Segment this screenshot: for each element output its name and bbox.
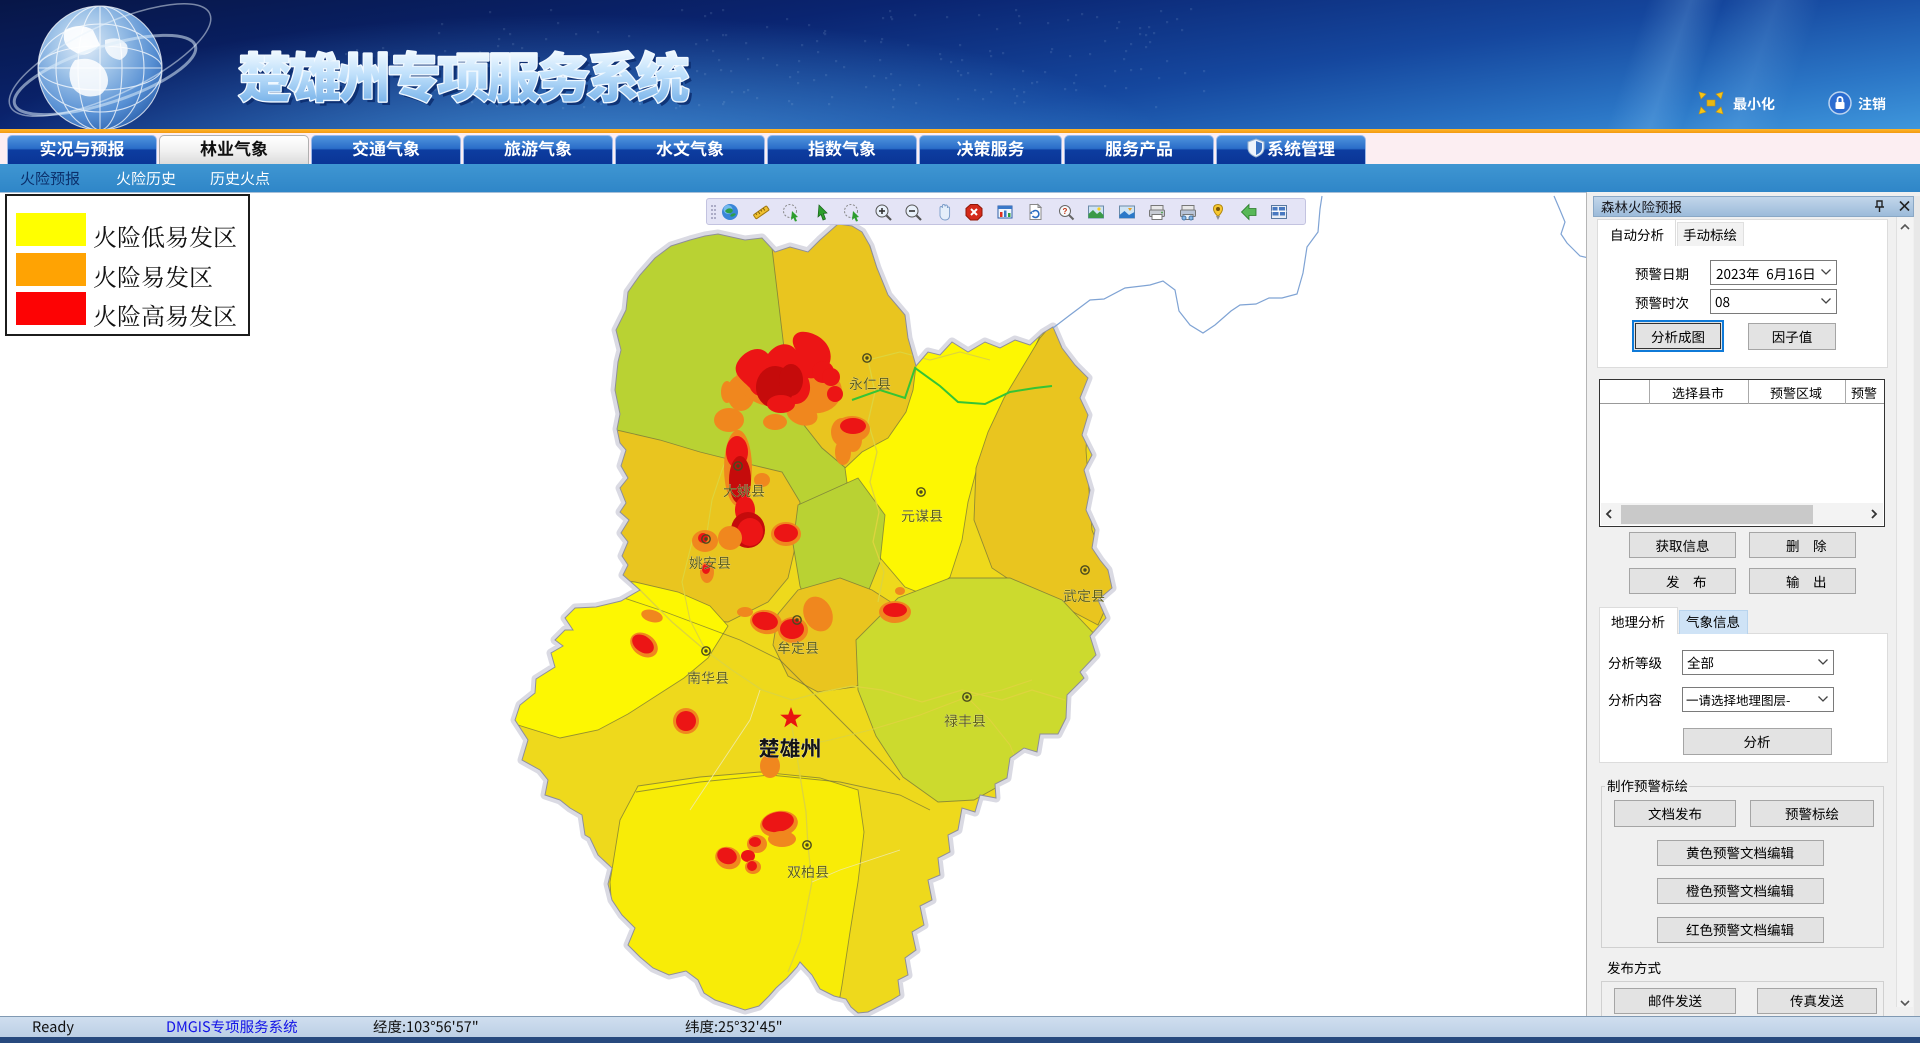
svg-text:?: ?	[1062, 207, 1067, 216]
